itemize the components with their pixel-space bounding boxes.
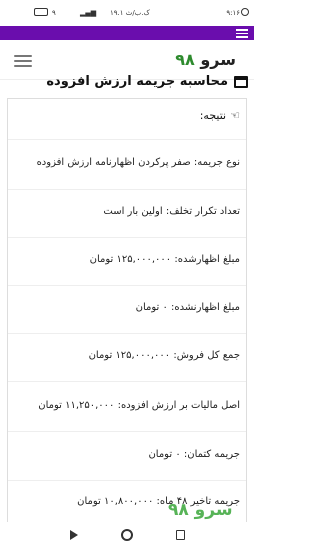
divider [8, 480, 246, 481]
result-card: ☜ نتیجه: نوع جریمه: صفر پرکردن اظهارنامه… [7, 98, 247, 528]
android-nav-bar [0, 522, 254, 550]
divider [8, 333, 246, 334]
watermark-logo: سرو ۹۸ [168, 500, 233, 520]
logo-number: ۹۸ [175, 50, 195, 69]
status-bar: ۹ ▂▄▆ ۱۹.۱ ک.ب/ث ۹:۱۶ [0, 0, 254, 26]
network-speed: ۱۹.۱ ک.ب/ث [110, 9, 150, 17]
result-row-undeclared-amount: مبلغ اظهارنشده: ۰ تومان [135, 302, 240, 313]
result-row-concealment-penalty: جریمه کتمان: ۰ تومان [148, 449, 240, 460]
result-heading: ☜ نتیجه: [200, 109, 240, 122]
clock: ۹:۱۶ [226, 9, 240, 17]
divider [8, 431, 246, 432]
result-row-total-sales: جمع کل فروش: ۱۲۵,۰۰۰,۰۰۰ تومان [88, 350, 240, 361]
battery-level: ۹ [52, 9, 56, 17]
result-row-principal-tax: اصل مالیات بر ارزش افزوده: ۱۱,۲۵۰,۰۰۰ تو… [38, 400, 240, 411]
hamburger-icon[interactable] [14, 52, 32, 67]
result-heading-text: نتیجه: [199, 109, 227, 122]
divider [8, 189, 246, 190]
divider [8, 139, 246, 140]
result-row-declared-amount: مبلغ اظهارشده: ۱۲۵,۰۰۰,۰۰۰ تومان [89, 254, 240, 265]
home-icon[interactable] [121, 529, 133, 541]
top-menu-icon[interactable] [236, 27, 248, 39]
divider [8, 381, 246, 382]
signal-icon: ▂▄▆ [80, 9, 97, 17]
divider [8, 237, 246, 238]
battery-icon [34, 8, 48, 16]
result-row-repeat-count: تعداد تکرار تخلف: اولین بار است [103, 206, 240, 217]
page-title: محاسبه جریمه ارزش افزوده [46, 74, 248, 89]
site-logo[interactable]: سرو ۹۸ [175, 50, 236, 69]
notification-icon [241, 8, 249, 16]
recents-icon[interactable] [176, 530, 185, 540]
result-row-penalty-type: نوع جریمه: صفر پرکردن اظهارنامه ارزش افز… [36, 157, 240, 168]
top-accent-bar [0, 26, 254, 40]
back-icon[interactable] [70, 530, 78, 540]
pointing-hand-icon: ☜ [230, 109, 240, 122]
logo-text: سرو [200, 50, 236, 69]
divider [8, 285, 246, 286]
window-icon [234, 75, 248, 88]
page-title-text: محاسبه جریمه ارزش افزوده [46, 74, 228, 89]
